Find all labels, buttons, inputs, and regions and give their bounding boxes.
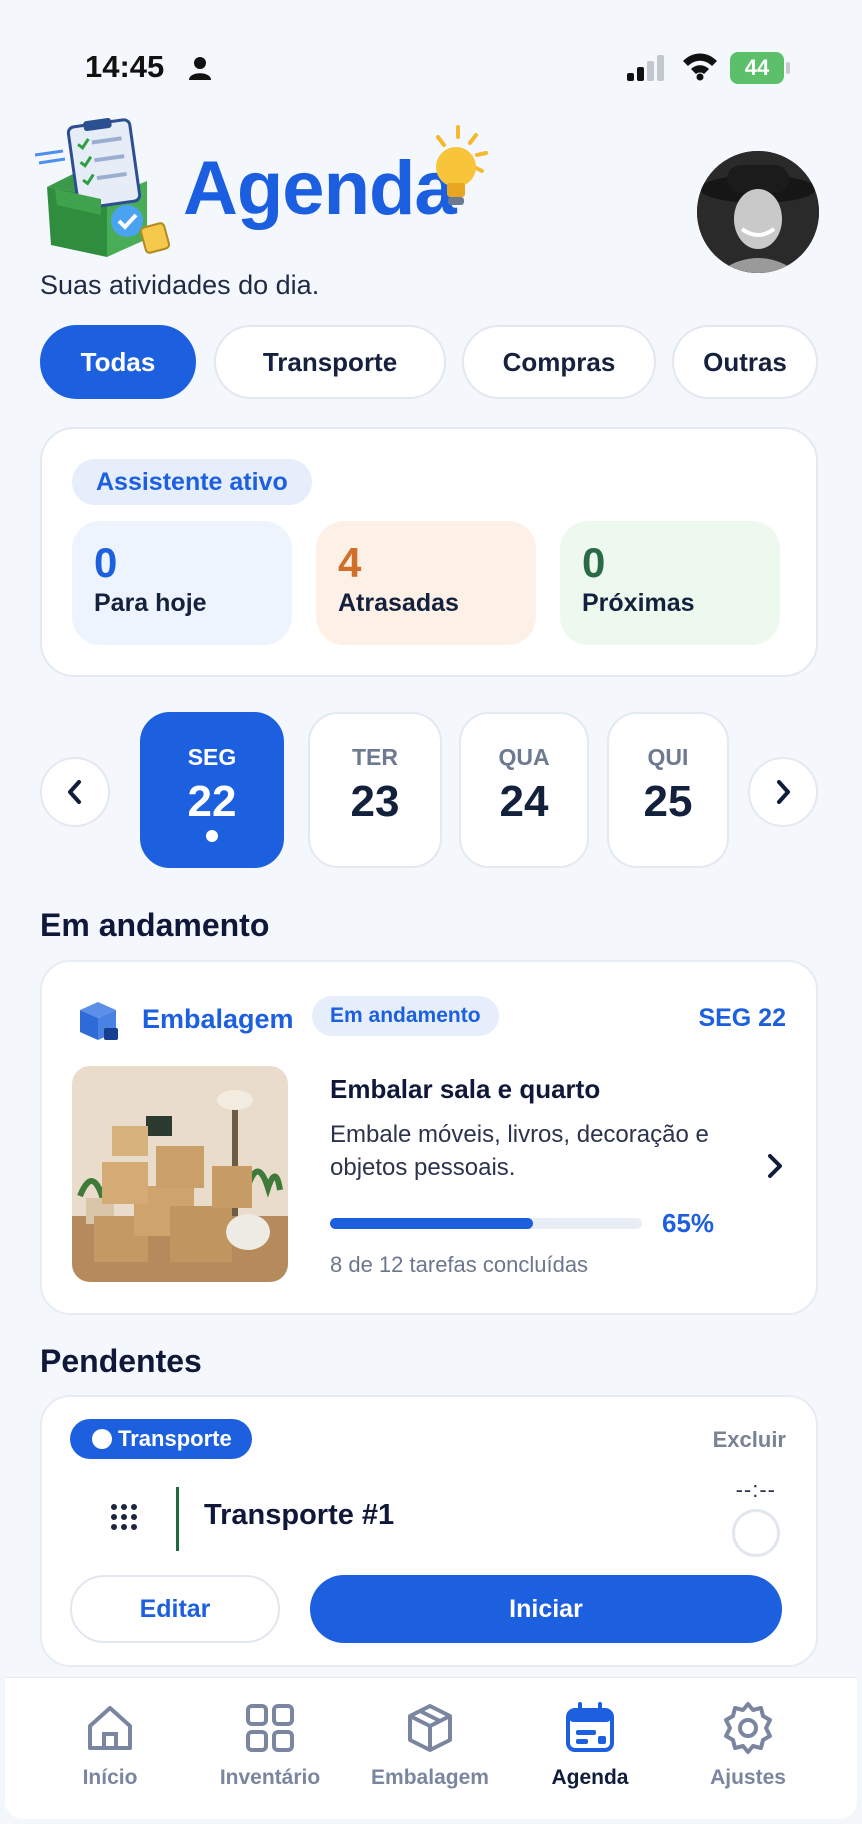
battery-indicator: 44 — [730, 52, 790, 84]
page-subtitle: Suas atividades do dia. — [40, 270, 320, 300]
battery-cap — [786, 62, 790, 74]
day-seg-22[interactable]: SEG 22 — [140, 712, 284, 868]
task-time: --:-- — [735, 1477, 776, 1502]
chevron-right-icon[interactable] — [762, 1150, 788, 1182]
start-button[interactable]: Iniciar — [310, 1575, 782, 1643]
nav-tab-embalagem[interactable]: Embalagem — [355, 1700, 505, 1790]
app-screen: 14:45 44 Agenda Suas atividades do dia. … — [5, 5, 857, 1819]
task-date: SEG 22 — [698, 1004, 786, 1032]
nav-label: Embalagem — [371, 1766, 489, 1789]
pending-task-title: Transporte #1 — [204, 1499, 395, 1531]
person-icon — [189, 57, 211, 80]
section-title-pending: Pendentes — [40, 1343, 202, 1379]
day-qui-25[interactable]: QUI 25 — [607, 712, 729, 868]
grid-icon — [246, 1704, 294, 1752]
day-name: TER — [352, 744, 398, 770]
filter-chip-transporte[interactable]: Transporte — [214, 325, 446, 399]
task-progress-percent: 65% — [662, 1208, 715, 1238]
package-icon — [80, 1002, 118, 1040]
day-name: SEG — [187, 744, 237, 770]
section-title-in-progress: Em andamento — [40, 907, 270, 943]
previous-day-button[interactable] — [40, 757, 110, 827]
gear-icon — [724, 1702, 772, 1754]
day-name: QUI — [647, 744, 689, 770]
assistant-summary-card: Assistente ativo 0 Para hoje 4 Atrasadas… — [40, 427, 818, 677]
stat-upcoming[interactable]: 0 Próximas — [560, 521, 780, 645]
pending-task-card: Transporte Excluir Transporte #1 --:-- E… — [40, 1395, 818, 1667]
day-qua-24[interactable]: QUA 24 — [459, 712, 589, 868]
status-time: 14:45 — [85, 49, 165, 84]
nav-tab-inventario[interactable]: Inventário — [195, 1700, 345, 1790]
day-name: QUA — [498, 744, 550, 770]
stat-upcoming-label: Próximas — [582, 589, 695, 617]
task-divider — [176, 1487, 179, 1551]
filter-chip-compras[interactable]: Compras — [462, 325, 656, 399]
nav-tab-ajustes[interactable]: Ajustes — [673, 1700, 823, 1790]
nav-tab-inicio[interactable]: Início — [35, 1700, 185, 1790]
nav-label: Início — [82, 1766, 138, 1789]
stat-overdue[interactable]: 4 Atrasadas — [316, 521, 536, 645]
drag-handle-icon[interactable] — [110, 1503, 138, 1531]
avatar-photo — [697, 151, 819, 273]
calendar-icon — [566, 1702, 614, 1752]
stat-today-value: 0 — [94, 539, 118, 586]
stat-overdue-label: Atrasadas — [338, 589, 459, 617]
day-ter-23[interactable]: TER 23 — [308, 712, 442, 868]
task-status-badge: Em andamento — [312, 996, 499, 1036]
edit-button[interactable]: Editar — [70, 1575, 280, 1643]
moving-boxes-photo — [72, 1066, 288, 1282]
box-icon — [408, 1704, 452, 1752]
task-thumbnail-image — [72, 1066, 288, 1282]
delete-link[interactable]: Excluir — [713, 1427, 786, 1453]
task-type-label: Transporte — [118, 1426, 232, 1451]
complete-checkbox[interactable] — [732, 1509, 780, 1557]
task-category: Embalagem — [142, 1004, 294, 1034]
lightbulb-icon — [436, 125, 488, 205]
cell-signal-icon — [627, 55, 664, 81]
day-number: 22 — [187, 777, 237, 826]
task-type-badge: Transporte — [70, 1419, 252, 1459]
stat-today[interactable]: 0 Para hoje — [72, 521, 292, 645]
page-title: Agenda — [183, 146, 457, 231]
wifi-icon — [683, 53, 717, 81]
bottom-navigation: Início Inventário Embalagem Agenda Ajust… — [5, 1677, 857, 1819]
nav-label: Agenda — [551, 1766, 629, 1789]
user-avatar[interactable] — [697, 151, 819, 273]
task-description: Embale móveis, livros, decoração e objet… — [330, 1121, 709, 1181]
nav-label: Ajustes — [710, 1766, 786, 1789]
day-number: 24 — [499, 777, 549, 826]
task-progress-bar — [330, 1218, 642, 1229]
nav-label: Inventário — [219, 1766, 321, 1789]
nav-tab-agenda[interactable]: Agenda — [515, 1700, 665, 1790]
filter-chip-outras[interactable]: Outras — [672, 325, 818, 399]
stat-today-label: Para hoje — [94, 589, 207, 617]
stat-upcoming-value: 0 — [582, 539, 606, 586]
selected-day-dot — [206, 830, 218, 842]
task-completion-count: 8 de 12 tarefas concluídas — [330, 1252, 589, 1277]
stat-overdue-value: 4 — [338, 539, 362, 586]
type-dot-icon — [92, 1429, 112, 1449]
day-number: 23 — [350, 777, 400, 826]
filter-chip-todas[interactable]: Todas — [40, 325, 196, 399]
filter-chips: Todas Transporte Compras Outras — [5, 325, 857, 401]
chevron-right-icon — [777, 780, 790, 804]
assistant-status-badge: Assistente ativo — [72, 459, 312, 505]
task-progress-fill — [330, 1218, 533, 1229]
agenda-logo-illustration — [35, 118, 171, 257]
home-icon — [88, 1706, 132, 1750]
task-title: Embalar sala e quarto — [330, 1074, 601, 1104]
day-number: 25 — [643, 777, 693, 826]
chevron-left-icon — [68, 780, 81, 804]
status-bar: 14:45 44 — [5, 5, 857, 125]
in-progress-task-card[interactable]: Embalagem Em andamento SEG 22 Embalar sa… — [40, 960, 818, 1315]
next-day-button[interactable] — [748, 757, 818, 827]
battery-level: 44 — [730, 52, 784, 84]
